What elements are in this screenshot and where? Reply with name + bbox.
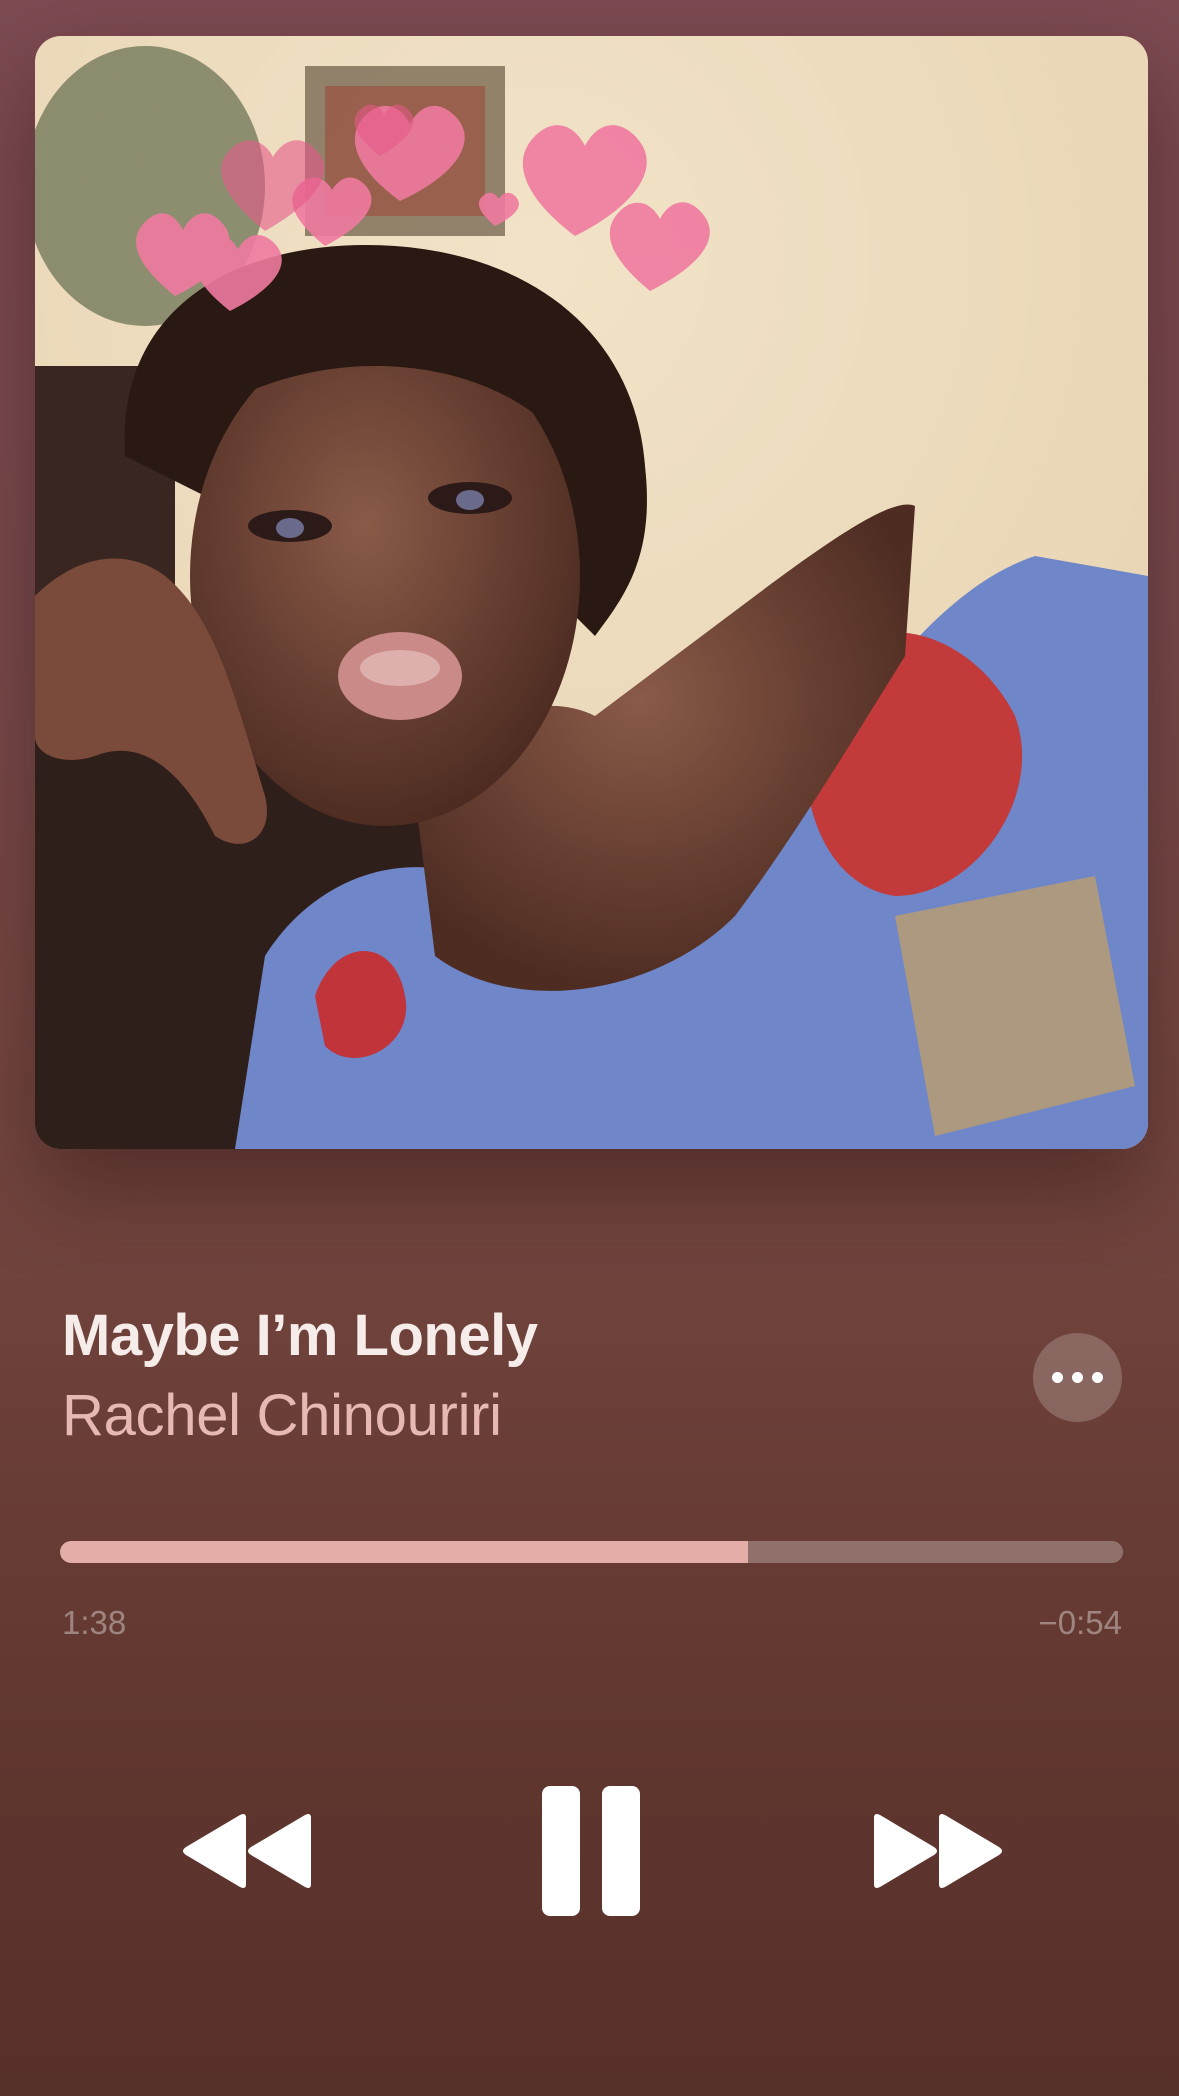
ellipsis-icon xyxy=(1072,1372,1083,1383)
elapsed-time: 1:38 xyxy=(62,1604,127,1641)
artist-name[interactable]: Rachel Chinouriri xyxy=(62,1382,502,1449)
rewind-icon xyxy=(183,1814,311,1888)
fast-forward-button[interactable] xyxy=(870,1810,1005,1892)
fast-forward-icon xyxy=(874,1814,1002,1888)
pause-icon xyxy=(542,1786,640,1916)
album-artwork xyxy=(35,36,1148,1149)
ellipsis-icon xyxy=(1052,1372,1063,1383)
progress-fill xyxy=(60,1541,748,1563)
rewind-button[interactable] xyxy=(180,1810,315,1892)
more-options-button[interactable] xyxy=(1033,1333,1122,1422)
track-title: Maybe I’m Lonely xyxy=(62,1303,538,1368)
progress-scrubber[interactable] xyxy=(60,1541,1123,1563)
ellipsis-icon xyxy=(1092,1372,1103,1383)
remaining-time: −0:54 xyxy=(1038,1604,1123,1641)
pause-button[interactable] xyxy=(540,1784,642,1918)
